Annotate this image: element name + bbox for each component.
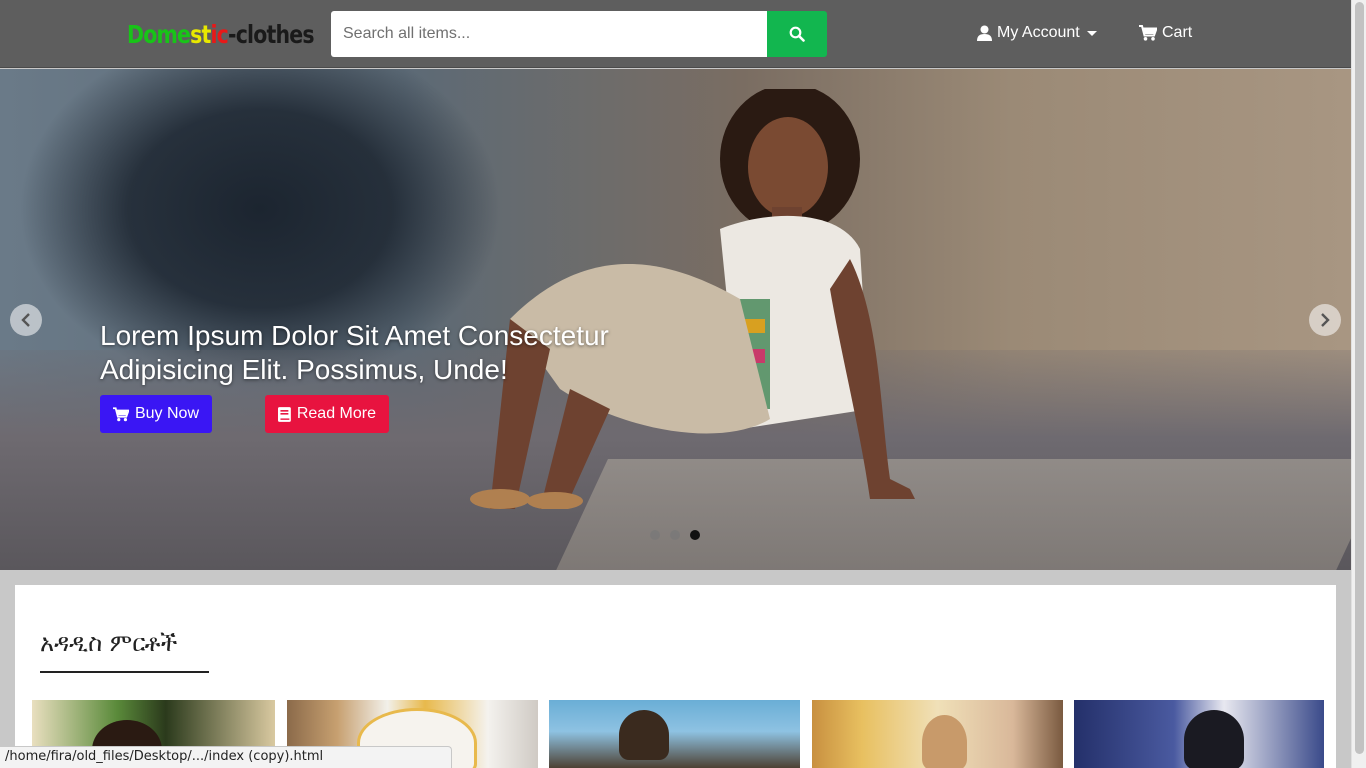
page-scrollbar[interactable] [1351, 0, 1366, 768]
carousel-indicator-3[interactable] [690, 530, 700, 540]
buy-now-button[interactable]: Buy Now [100, 395, 212, 433]
read-more-label: Read More [296, 405, 376, 422]
cart-icon [113, 406, 129, 421]
cart-icon [1139, 25, 1157, 41]
product-image [922, 715, 967, 768]
logo-part-1: Dome [127, 20, 191, 49]
logo-part-4: -clothes [228, 20, 315, 49]
chevron-right-icon [1321, 313, 1330, 327]
cart-label: Cart [1162, 24, 1193, 41]
hero-buttons: Buy Now Read More [100, 395, 660, 433]
search-bar [331, 11, 827, 57]
section-title: አዳዲስ ምርቶች [40, 629, 178, 657]
read-more-button[interactable]: Read More [265, 395, 389, 433]
search-button[interactable] [767, 11, 827, 57]
search-icon [789, 26, 805, 42]
carousel-indicators [650, 530, 700, 540]
book-icon [278, 406, 291, 422]
logo-part-2: st [190, 20, 211, 49]
carousel-next-button[interactable] [1309, 304, 1341, 336]
product-card[interactable] [1074, 700, 1324, 768]
navbar: Domestic-clothes My Account Cart [0, 0, 1351, 68]
site-logo[interactable]: Domestic-clothes [127, 20, 315, 49]
carousel-indicator-2[interactable] [670, 530, 680, 540]
buy-now-label: Buy Now [134, 405, 199, 422]
logo-part-3: ic [210, 20, 229, 49]
browser-status-bar: /home/fira/old_files/Desktop/.../index (… [0, 746, 452, 768]
product-image [1184, 710, 1244, 768]
carousel-prev-button[interactable] [10, 304, 42, 336]
carousel-indicator-1[interactable] [650, 530, 660, 540]
my-account-label: My Account [997, 24, 1080, 41]
new-products-section: አዳዲስ ምርቶች [15, 585, 1336, 768]
scrollbar-thumb[interactable] [1355, 2, 1364, 754]
my-account-dropdown[interactable]: My Account [977, 24, 1097, 42]
cart-link[interactable]: Cart [1139, 24, 1192, 42]
hero-caption: Lorem Ipsum Dolor Sit Amet Consectetur A… [100, 319, 660, 433]
product-card[interactable] [549, 700, 800, 768]
hero-model-image [470, 89, 915, 509]
hero-carousel: Lorem Ipsum Dolor Sit Amet Consectetur A… [0, 69, 1351, 570]
chevron-left-icon [21, 313, 30, 327]
hero-title: Lorem Ipsum Dolor Sit Amet Consectetur A… [100, 320, 609, 385]
product-card[interactable] [812, 700, 1063, 768]
caret-down-icon [1086, 30, 1097, 36]
search-input[interactable] [331, 11, 767, 57]
user-icon [977, 25, 992, 41]
product-image [619, 710, 669, 760]
section-title-underline [40, 671, 209, 673]
